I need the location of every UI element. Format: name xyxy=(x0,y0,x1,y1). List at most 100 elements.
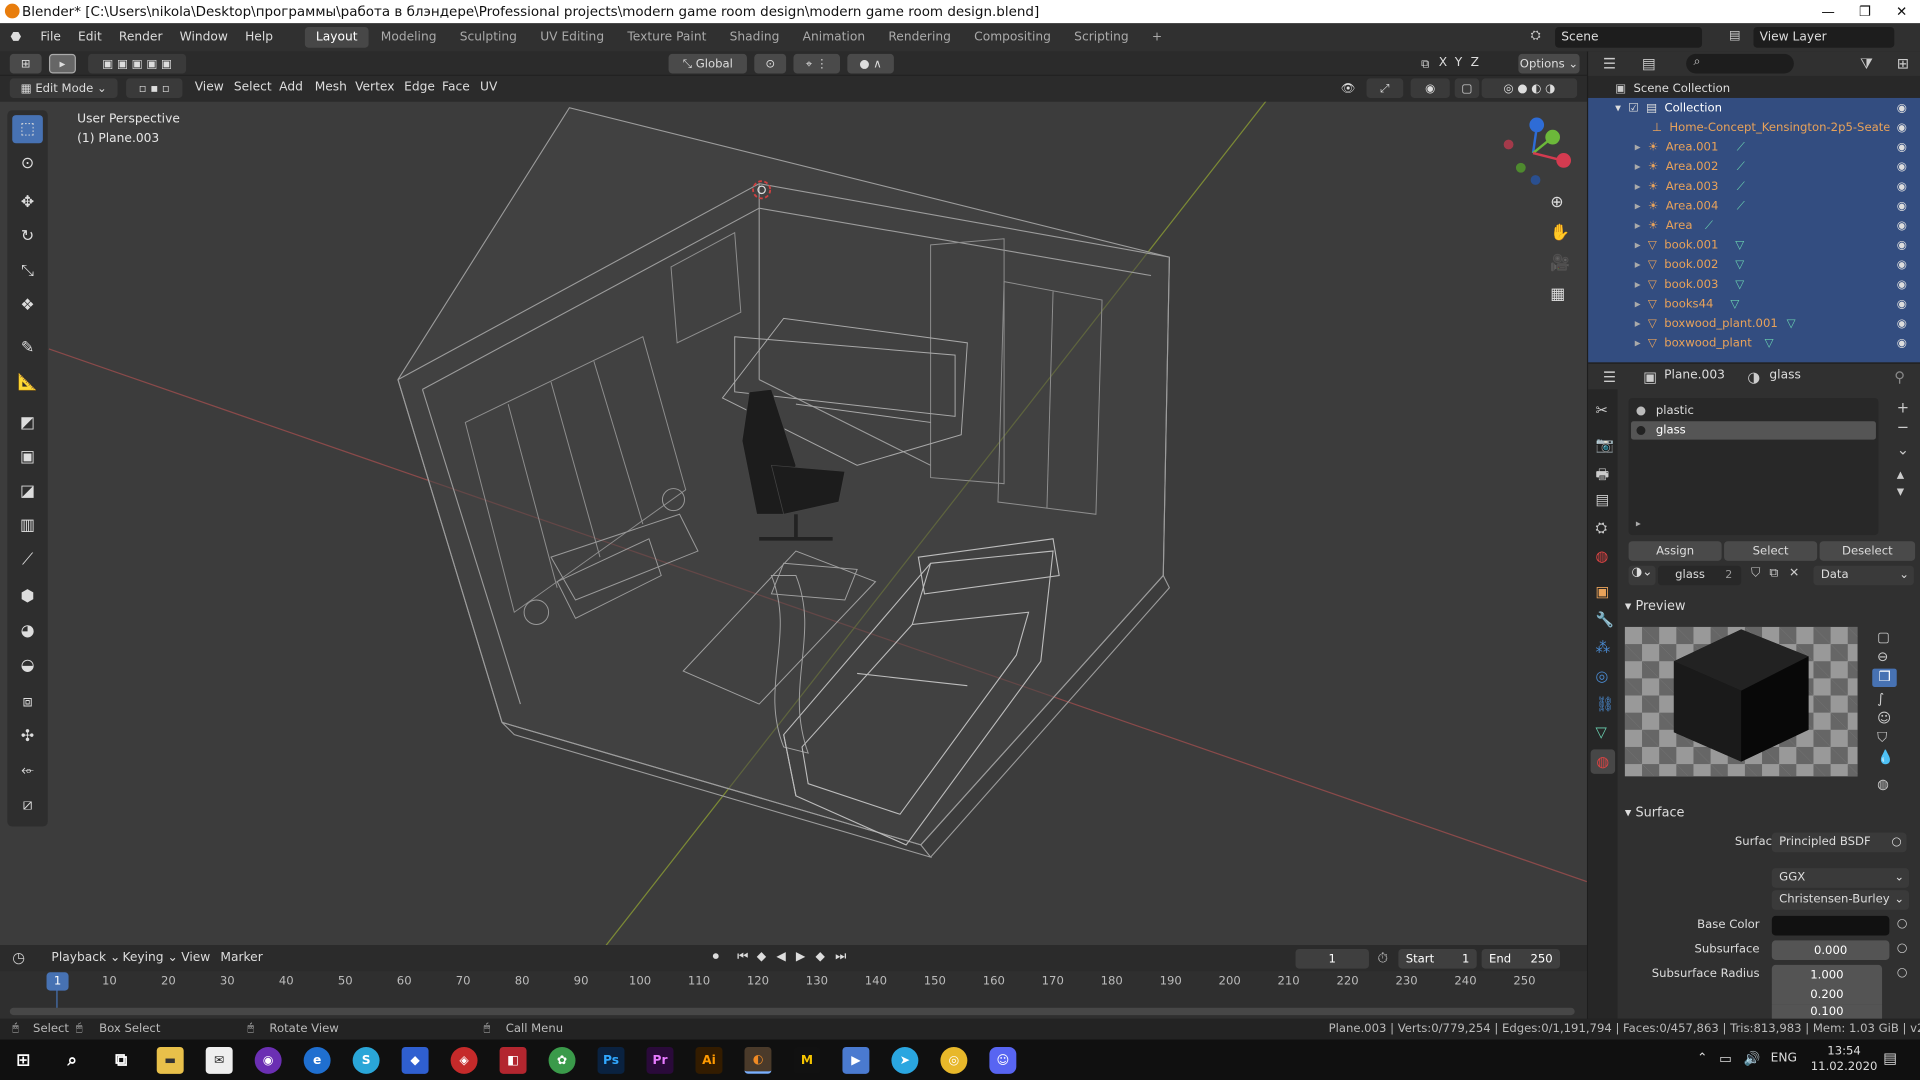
mesh-select-mode[interactable]: ▫ ▪ ▫ xyxy=(126,78,183,98)
network-icon[interactable]: ▭ xyxy=(1719,1051,1732,1067)
collection-row[interactable]: ▾ ☑ ▤ Collection ◉ xyxy=(1588,98,1920,118)
slot-menu-icon[interactable]: ⌄ xyxy=(1897,441,1909,458)
app3-icon[interactable]: ◈ xyxy=(450,1046,478,1074)
timeline-ruler[interactable]: 10 20 30 40 50 60 70 80 90 100 110 120 130 140 150 160 1… xyxy=(0,971,1587,1019)
bevel-tool-icon[interactable]: ◪ xyxy=(12,478,43,506)
surface-panel-header[interactable]: ▾ Surface xyxy=(1625,806,1685,821)
fake-user-icon[interactable]: ⛉ xyxy=(1751,567,1760,580)
expand-arrow-icon[interactable]: ▸ xyxy=(1635,336,1641,349)
material-slot-plastic[interactable]: ● plastic xyxy=(1631,402,1876,420)
expand-arrow-icon[interactable]: ▸ xyxy=(1635,317,1641,330)
eye-icon[interactable]: ◉ xyxy=(1897,219,1907,232)
mirror-z[interactable]: Z xyxy=(1471,56,1479,69)
unlink-material-icon[interactable]: ✕ xyxy=(1789,567,1799,580)
outliner-item-sofa[interactable]: ⊥ Home-Concept_Kensington-2p5-Seater-Clo… xyxy=(1588,118,1920,138)
tab-rendering[interactable]: Rendering xyxy=(877,27,962,48)
shading-modes[interactable]: ◎ ● ◐ ◑ xyxy=(1481,78,1578,98)
proportional-edit-button[interactable]: ● ∧ xyxy=(847,53,894,74)
tab-modeling[interactable]: Modeling xyxy=(370,27,448,48)
outliner-item-boxwood-plant-001[interactable]: ▸ ▽ boxwood_plant.001 ▽ ◉ xyxy=(1588,313,1920,333)
play-icon[interactable]: ▶ xyxy=(796,950,805,963)
menu-uv[interactable]: UV xyxy=(480,81,497,94)
add-workspace-button[interactable]: + xyxy=(1141,27,1173,48)
outliner-editor-icon[interactable]: ☰ xyxy=(1603,55,1616,72)
menu-playback[interactable]: Playback ⌄ xyxy=(51,951,120,964)
menu-help[interactable]: Help xyxy=(237,31,282,44)
tab-shading[interactable]: Shading xyxy=(719,27,791,48)
gizmo-toggle[interactable]: ⤢ xyxy=(1366,78,1404,98)
transform-tool-icon[interactable]: ❖ xyxy=(12,291,43,319)
app2-icon[interactable]: ◆ xyxy=(401,1046,429,1074)
mirror-y[interactable]: Y xyxy=(1455,56,1462,69)
eye-icon[interactable]: ◉ xyxy=(1897,297,1907,310)
app-icon[interactable]: S xyxy=(352,1046,380,1074)
eye-icon[interactable]: ◉ xyxy=(1897,121,1907,134)
menu-file[interactable]: File xyxy=(32,31,70,44)
tool-tab-icon[interactable]: ✂ xyxy=(1596,402,1608,419)
outliner-item-area-004[interactable]: ▸ ☀ Area.004 ⟋ ◉ xyxy=(1588,196,1920,216)
constraints-tab-icon[interactable]: ⛓ xyxy=(1596,696,1615,713)
illustrator-icon[interactable]: Ai xyxy=(695,1046,723,1074)
app6-icon[interactable]: M xyxy=(793,1046,821,1074)
cursor-tool-icon[interactable]: ⊙ xyxy=(12,149,43,177)
link-socket-icon[interactable]: ○ xyxy=(1897,942,1908,955)
prev-keyframe-icon[interactable]: ◆ xyxy=(757,950,766,963)
view-layer-tab-icon[interactable]: ▤ xyxy=(1596,491,1610,508)
outliner-item-books44[interactable]: ▸ ▽ books44 ▽ ◉ xyxy=(1588,294,1920,314)
tool-select-button[interactable]: ▸ xyxy=(48,53,76,74)
language-indicator[interactable]: ENG xyxy=(1771,1052,1797,1065)
outliner-item-area[interactable]: ▸ ☀ Area ⟋ ◉ xyxy=(1588,216,1920,236)
preview-world-icon[interactable]: ◍ xyxy=(1877,776,1889,792)
zoom-icon[interactable]: ⊕ xyxy=(1550,193,1563,211)
inset-tool-icon[interactable]: ▣ xyxy=(12,443,43,471)
expand-arrow-icon[interactable]: ▸ xyxy=(1635,179,1641,192)
expand-arrow-icon[interactable]: ▸ xyxy=(1635,140,1641,153)
eye-icon[interactable]: ◉ xyxy=(1897,199,1907,212)
editor-type-button[interactable]: ⊞ xyxy=(9,53,42,74)
outliner-search-input[interactable]: ⌕ xyxy=(1686,53,1794,74)
pivot-point-button[interactable]: ⊙ xyxy=(754,53,787,74)
overlay-toggle[interactable]: ◉ xyxy=(1410,78,1450,98)
outliner-item-book-001[interactable]: ▸ ▽ book.001 ▽ ◉ xyxy=(1588,235,1920,255)
menu-select[interactable]: Select xyxy=(234,81,272,94)
physics-tab-icon[interactable]: ◎ xyxy=(1596,667,1609,684)
render-tab-icon[interactable]: 📷 xyxy=(1596,436,1614,453)
menu-mesh[interactable]: Mesh xyxy=(315,81,347,94)
poly-build-tool-icon[interactable]: ⬢ xyxy=(12,583,43,611)
expand-arrow-icon[interactable]: ▸ xyxy=(1635,258,1641,271)
select-box-tool[interactable]: ⬚ xyxy=(12,115,43,144)
modifier-tab-icon[interactable]: 🔧 xyxy=(1596,611,1614,628)
tab-animation[interactable]: Animation xyxy=(792,27,876,48)
outliner-item-area-002[interactable]: ▸ ☀ Area.002 ⟋ ◉ xyxy=(1588,157,1920,177)
blender-taskbar-icon[interactable]: ◐ xyxy=(744,1046,772,1074)
duplicate-material-icon[interactable]: ⧉ xyxy=(1769,567,1778,580)
filter-icon[interactable]: ⧩ xyxy=(1860,55,1873,73)
outliner-item-area-001[interactable]: ▸ ☀ Area.001 ⟋ ◉ xyxy=(1588,137,1920,157)
move-up-icon[interactable]: ▴ xyxy=(1897,465,1904,482)
scene-tab-icon[interactable]: ⛭ xyxy=(1596,519,1608,537)
jump-start-icon[interactable]: ⏮ xyxy=(737,950,748,963)
menu-face[interactable]: Face xyxy=(442,81,470,94)
mesh-data-tab-icon[interactable]: ▽ xyxy=(1596,724,1607,741)
surface-shader-field[interactable]: Principled BSDF ○ xyxy=(1771,832,1907,853)
options-dropdown[interactable]: Options ⌄ xyxy=(1518,53,1580,74)
eye-icon[interactable]: ◉ xyxy=(1897,317,1907,330)
spin-tool-icon[interactable]: ◕ xyxy=(12,617,43,645)
maximize-button[interactable]: ❐ xyxy=(1847,0,1884,23)
file-explorer-icon[interactable]: ▬ xyxy=(156,1046,184,1074)
task-view-icon[interactable]: ⧉ xyxy=(108,1047,135,1074)
mirror-icon[interactable]: ⧉ xyxy=(1414,54,1436,74)
eye-icon[interactable]: ◉ xyxy=(1897,238,1907,251)
edge-slide-tool-icon[interactable]: ⧈ xyxy=(12,688,43,716)
mirror-x[interactable]: X xyxy=(1439,56,1447,69)
tab-texture-paint[interactable]: Texture Paint xyxy=(616,27,717,48)
expand-arrow-icon[interactable]: ▸ xyxy=(1635,238,1641,251)
pin-icon[interactable]: ⚲ xyxy=(1894,369,1905,386)
distribution-dropdown[interactable]: GGX ⌄ xyxy=(1771,868,1909,888)
tab-uv-editing[interactable]: UV Editing xyxy=(529,27,615,48)
discord-icon[interactable]: ☺ xyxy=(989,1046,1017,1074)
stopwatch-icon[interactable]: ⏱ xyxy=(1378,950,1389,967)
knife-tool-icon[interactable]: ⟋ xyxy=(12,546,43,574)
menu-edit[interactable]: Edit xyxy=(69,31,110,44)
preview-cloth-icon[interactable]: ⛉ xyxy=(1877,730,1887,747)
